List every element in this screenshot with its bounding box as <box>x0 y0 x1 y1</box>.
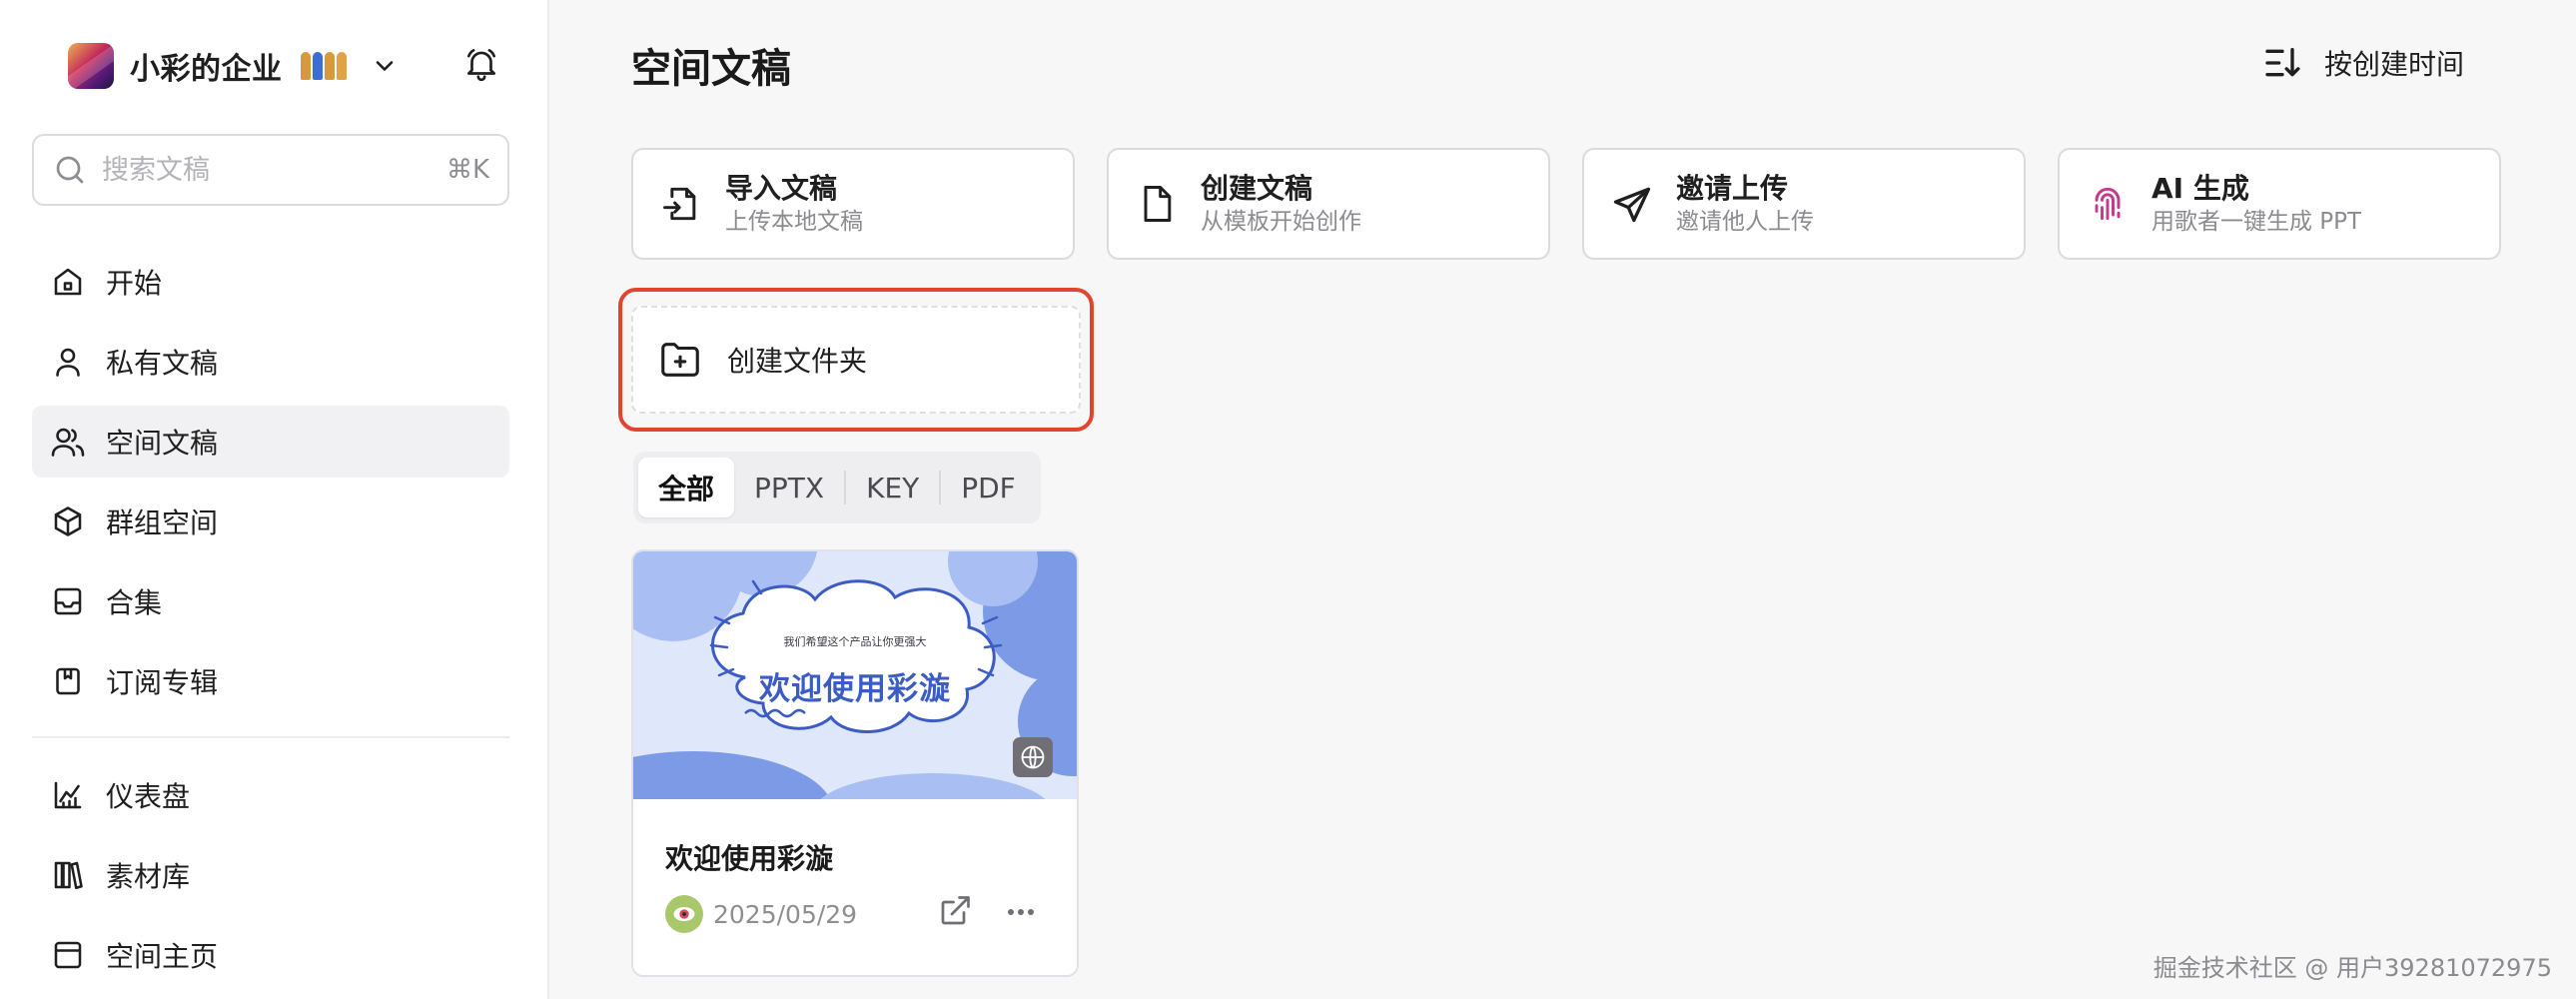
ai-generate-button[interactable]: AI 生成 用歌者一键生成 PPT <box>2058 148 2501 260</box>
sidebar-divider <box>32 736 509 738</box>
filter-tab-pptx[interactable]: PPTX <box>734 458 844 517</box>
sidebar-item-assets[interactable]: 素材库 <box>32 839 509 911</box>
sidebar-item-label: 群组空间 <box>106 506 219 539</box>
sidebar-item-label: 空间文稿 <box>106 427 219 460</box>
import-doc-button[interactable]: 导入文稿 上传本地文稿 <box>631 148 1075 260</box>
couple-emoji-icon <box>300 52 347 80</box>
action-subtitle: 上传本地文稿 <box>725 209 863 235</box>
search-input[interactable] <box>102 154 446 186</box>
sidebar: 小彩的企业 ⌘K 开始 私有文稿 空间文稿 <box>0 0 549 999</box>
library-icon <box>54 861 83 890</box>
sort-icon <box>2265 48 2300 77</box>
sidebar-item-label: 私有文稿 <box>106 347 219 380</box>
users-icon <box>51 428 85 457</box>
chevron-down-icon <box>376 61 393 71</box>
document-card[interactable]: 我们希望这个产品让你更强大 欢迎使用彩漩 欢迎使用彩漩 2025/05/29 <box>631 549 1079 977</box>
create-folder-label: 创建文件夹 <box>727 345 868 378</box>
web-published-icon <box>1013 737 1053 777</box>
more-options-icon[interactable] <box>1003 897 1039 927</box>
action-subtitle: 从模板开始创作 <box>1201 209 1361 235</box>
invite-upload-button[interactable]: 邀请上传 邀请他人上传 <box>1582 148 2026 260</box>
main-content: 空间文稿 按创建时间 导入文稿 上传本地文稿 创建文稿 从模板开始创作 邀请上传… <box>549 0 2576 999</box>
document-meta: 2025/05/29 <box>665 895 857 933</box>
sidebar-item-private-docs[interactable]: 私有文稿 <box>32 326 509 398</box>
org-name: 小彩的企业 <box>130 52 283 87</box>
sort-label: 按创建时间 <box>2323 48 2464 81</box>
sidebar-item-group-space[interactable]: 群组空间 <box>32 486 509 557</box>
thumbnail-tagline: 我们希望这个产品让你更强大 <box>783 635 927 648</box>
avatar <box>665 895 703 933</box>
page-title: 空间文稿 <box>631 46 791 92</box>
action-subtitle: 邀请他人上传 <box>1676 209 1814 235</box>
chart-icon <box>54 781 82 809</box>
external-link-icon[interactable] <box>937 893 973 929</box>
action-title: 创建文稿 <box>1201 172 1313 205</box>
sidebar-item-start[interactable]: 开始 <box>32 246 509 318</box>
org-switcher[interactable]: 小彩的企业 <box>68 42 399 90</box>
thumbnail-title: 欢迎使用彩漩 <box>759 671 951 707</box>
action-title: 邀请上传 <box>1676 172 1789 205</box>
org-logo <box>68 43 114 89</box>
create-folder-button[interactable]: 创建文件夹 <box>631 306 1081 414</box>
home-icon <box>54 268 82 296</box>
ai-fingerprint-icon <box>2095 187 2121 221</box>
create-doc-button[interactable]: 创建文稿 从模板开始创作 <box>1107 148 1550 260</box>
document-date: 2025/05/29 <box>713 899 858 929</box>
action-title: 导入文稿 <box>725 172 838 205</box>
sort-button[interactable]: 按创建时间 <box>2262 40 2464 86</box>
sidebar-item-label: 空间主页 <box>106 940 219 973</box>
sidebar-item-dashboard[interactable]: 仪表盘 <box>32 759 509 831</box>
quick-actions: 导入文稿 上传本地文稿 创建文稿 从模板开始创作 邀请上传 邀请他人上传 AI … <box>631 148 2501 260</box>
sidebar-item-label: 订阅专辑 <box>106 666 219 699</box>
nav-secondary: 仪表盘 素材库 空间主页 <box>32 759 509 999</box>
sidebar-item-label: 素材库 <box>106 860 191 893</box>
sidebar-item-space-docs[interactable]: 空间文稿 <box>32 406 509 478</box>
action-title: AI 生成 <box>2151 172 2249 205</box>
file-type-filter: 全部 PPTX KEY PDF <box>633 452 1041 523</box>
sidebar-item-subscriptions[interactable]: 订阅专辑 <box>32 645 509 717</box>
sidebar-item-label: 开始 <box>106 267 163 300</box>
window-icon <box>54 941 82 969</box>
cube-icon <box>54 506 82 536</box>
new-file-icon <box>1144 186 1172 222</box>
user-icon <box>56 348 80 377</box>
action-subtitle: 用歌者一键生成 PPT <box>2151 209 2362 235</box>
sidebar-item-collections[interactable]: 合集 <box>32 565 509 637</box>
notification-bell-icon[interactable] <box>461 44 501 84</box>
sidebar-item-space-home[interactable]: 空间主页 <box>32 919 509 991</box>
sidebar-item-label: 仪表盘 <box>106 780 191 813</box>
nav-primary: 开始 私有文稿 空间文稿 群组空间 合集 订阅专辑 <box>32 246 509 725</box>
search-icon <box>56 156 84 184</box>
filter-tab-all[interactable]: 全部 <box>638 458 735 517</box>
sidebar-item-label: 合集 <box>106 586 163 619</box>
bookmark-icon <box>56 667 80 695</box>
send-icon <box>1613 187 1651 223</box>
search-box[interactable]: ⌘K <box>32 134 509 206</box>
filter-tab-key[interactable]: KEY <box>846 458 939 517</box>
search-shortcut: ⌘K <box>445 155 489 185</box>
document-thumbnail: 我们希望这个产品让你更强大 欢迎使用彩漩 <box>633 551 1077 799</box>
inbox-icon <box>54 587 82 615</box>
document-name: 欢迎使用彩漩 <box>665 842 834 875</box>
filter-tab-pdf[interactable]: PDF <box>941 458 1036 517</box>
folder-plus-icon <box>661 343 699 377</box>
import-file-icon <box>663 187 696 221</box>
watermark: 掘金技术社区 @ 用户39281072975 <box>2152 954 2552 982</box>
